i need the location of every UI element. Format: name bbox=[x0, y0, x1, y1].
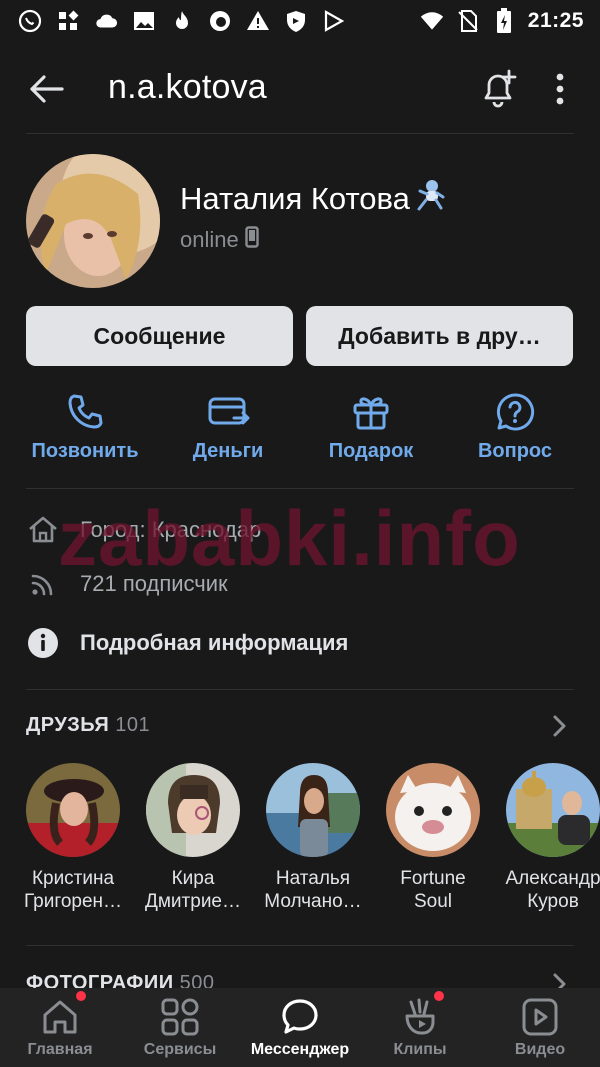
tab-label: Главная bbox=[27, 1041, 93, 1058]
warning-icon bbox=[246, 9, 270, 33]
friend-first-name: Fortune bbox=[400, 868, 466, 889]
friend-item[interactable]: Кира Дмитрие… bbox=[133, 763, 253, 913]
gift-action[interactable]: Подарок bbox=[301, 390, 441, 463]
phone-icon bbox=[63, 390, 107, 434]
wifi-icon bbox=[420, 9, 444, 33]
divider bbox=[26, 689, 574, 690]
tab-label: Мессенджер bbox=[250, 1041, 350, 1058]
no-sim-icon bbox=[456, 9, 480, 33]
notification-dot bbox=[434, 991, 444, 1001]
friend-item[interactable]: Александр Куров bbox=[493, 763, 600, 913]
rss-icon bbox=[26, 567, 60, 601]
clock: 21:25 bbox=[527, 9, 584, 32]
friend-avatar bbox=[506, 763, 600, 857]
apps-icon bbox=[56, 9, 80, 33]
viber-icon bbox=[18, 9, 42, 33]
tab-label: Сервисы bbox=[143, 1041, 217, 1058]
friends-count: 101 bbox=[115, 714, 151, 736]
gift-icon bbox=[349, 390, 393, 434]
notification-dot bbox=[76, 991, 86, 1001]
friend-last-name: Soul bbox=[413, 891, 453, 912]
divider bbox=[26, 945, 574, 946]
page-title: n.a.kotova bbox=[108, 68, 267, 106]
question-action[interactable]: Вопрос bbox=[445, 390, 585, 463]
friend-first-name: Александр bbox=[505, 868, 600, 889]
city-row: Город: Краснодар bbox=[26, 513, 261, 547]
friend-last-name: Григорен… bbox=[23, 891, 123, 912]
battery-charging-icon bbox=[492, 8, 516, 33]
quick-actions: Позвонить Деньги Подарок Вопрос bbox=[0, 390, 600, 470]
money-transfer-icon bbox=[206, 390, 250, 434]
home-icon bbox=[39, 996, 81, 1038]
friend-avatar bbox=[266, 763, 360, 857]
friend-avatar bbox=[26, 763, 120, 857]
action-label: Вопрос bbox=[477, 440, 553, 462]
online-status: online bbox=[180, 226, 259, 254]
messenger-bubble-icon bbox=[279, 996, 321, 1038]
tab-label: Клипы bbox=[393, 1041, 447, 1058]
shield-icon bbox=[284, 9, 308, 33]
followers-text: 721 подписчик bbox=[80, 571, 228, 596]
firefox-icon bbox=[208, 9, 232, 33]
home-icon bbox=[26, 513, 60, 547]
online-text: online bbox=[180, 227, 239, 252]
friend-last-name: Дмитрие… bbox=[145, 891, 241, 912]
mobile-phone-icon bbox=[245, 226, 259, 254]
tab-services[interactable]: Сервисы bbox=[120, 988, 240, 1067]
info-icon bbox=[26, 626, 60, 660]
friend-item[interactable]: Кристина Григорен… bbox=[13, 763, 133, 913]
friend-last-name: Куров bbox=[527, 891, 579, 912]
bottom-navigation: Главная Сервисы Мессенджер Клипы Видео bbox=[0, 988, 600, 1067]
question-bubble-icon bbox=[493, 390, 537, 434]
avatar[interactable] bbox=[26, 154, 160, 288]
tab-label: Видео bbox=[514, 1041, 566, 1058]
money-action[interactable]: Деньги bbox=[158, 390, 298, 463]
divider bbox=[26, 133, 574, 134]
friend-first-name: Кира bbox=[171, 868, 215, 889]
tab-home[interactable]: Главная bbox=[0, 988, 120, 1067]
chevron-right-icon[interactable] bbox=[548, 712, 572, 740]
action-label: Позвонить bbox=[31, 440, 139, 462]
friend-first-name: Наталья bbox=[275, 868, 351, 889]
image-icon bbox=[132, 9, 156, 33]
followers-row[interactable]: 721 подписчик bbox=[26, 567, 228, 601]
action-label: Подарок bbox=[328, 440, 414, 462]
friends-header[interactable]: ДРУЗЬЯ 101 bbox=[26, 714, 150, 737]
tab-clips[interactable]: Клипы bbox=[360, 988, 480, 1067]
status-bar: 21:25 bbox=[0, 0, 600, 42]
details-text: Подробная информация bbox=[80, 630, 349, 655]
add-notification-icon[interactable] bbox=[476, 67, 520, 111]
friends-title: ДРУЗЬЯ bbox=[26, 714, 110, 736]
friend-last-name: Молчано… bbox=[264, 891, 362, 912]
message-button[interactable]: Сообщение bbox=[26, 306, 293, 366]
tab-video[interactable]: Видео bbox=[480, 988, 600, 1067]
details-row[interactable]: Подробная информация bbox=[26, 626, 348, 660]
back-arrow-icon[interactable] bbox=[26, 69, 66, 109]
profile-name: Наталия Котова bbox=[180, 178, 446, 220]
divider bbox=[26, 488, 574, 489]
video-icon bbox=[519, 996, 561, 1038]
friend-first-name: Кристина bbox=[31, 868, 115, 889]
services-grid-icon bbox=[159, 996, 201, 1038]
friend-avatar bbox=[386, 763, 480, 857]
tinder-icon bbox=[170, 9, 194, 33]
friend-avatar bbox=[146, 763, 240, 857]
play-protect-icon bbox=[322, 9, 346, 33]
friend-item[interactable]: Наталья Молчано… bbox=[253, 763, 373, 913]
city-text: Город: Краснодар bbox=[80, 517, 262, 542]
clips-icon bbox=[399, 996, 441, 1038]
call-action[interactable]: Позвонить bbox=[15, 390, 155, 463]
astronaut-status-icon[interactable] bbox=[414, 178, 446, 220]
add-friend-button[interactable]: Добавить в дру… bbox=[306, 306, 573, 366]
app-bar: n.a.kotova bbox=[0, 55, 600, 121]
friend-item[interactable]: Fortune Soul bbox=[373, 763, 493, 913]
full-name-text: Наталия Котова bbox=[180, 181, 410, 216]
more-vertical-icon[interactable] bbox=[545, 69, 575, 109]
tab-messenger[interactable]: Мессенджер bbox=[240, 988, 360, 1067]
cloud-icon bbox=[94, 9, 118, 33]
action-label: Деньги bbox=[192, 440, 264, 462]
